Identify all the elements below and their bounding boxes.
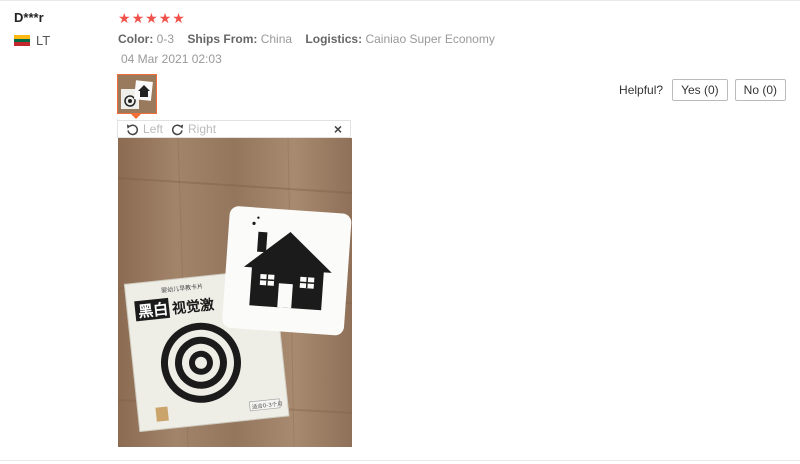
- star-icon: ★: [131, 10, 145, 26]
- reviewer-name: D***r: [14, 10, 44, 25]
- image-viewer-toolbar: Left Right ×: [117, 120, 351, 138]
- rotate-left-icon: [126, 123, 139, 135]
- photo-thumbnail[interactable]: [117, 74, 157, 114]
- review-date: 04 Mar 2021 02:03: [121, 52, 222, 66]
- reviewer-country: LT: [14, 33, 50, 48]
- review-photo: 婴幼儿早教卡片 黑白 视觉激 适合0-3个月: [118, 138, 352, 447]
- rotate-right-icon: [171, 123, 184, 135]
- close-viewer-icon[interactable]: ×: [334, 122, 342, 136]
- logistics-label: Logistics:: [305, 32, 363, 46]
- star-icon: ★: [158, 10, 172, 26]
- lithuania-flag-icon: [14, 35, 30, 47]
- country-code: LT: [36, 33, 51, 48]
- book-title-boxed: 黑白: [137, 300, 169, 321]
- logistics-value: Cainiao Super Economy: [365, 32, 495, 46]
- helpful-no-button[interactable]: No (0): [734, 79, 786, 101]
- rotate-left-label: Left: [143, 122, 164, 136]
- ships-from-label: Ships From:: [187, 32, 258, 46]
- rotate-right-button[interactable]: Right: [171, 122, 216, 136]
- color-label: Color:: [118, 32, 154, 46]
- helpful-label: Helpful?: [619, 83, 664, 97]
- ships-from-value: China: [260, 32, 293, 46]
- helpful-vote: Helpful? Yes (0) No (0): [619, 79, 786, 101]
- thumbnail-pointer: [131, 114, 141, 119]
- color-value: 0-3: [156, 32, 175, 46]
- helpful-yes-button[interactable]: Yes (0): [672, 79, 728, 101]
- star-icon: ★: [145, 10, 158, 26]
- star-rating: ★ ★ ★ ★ ★: [118, 11, 185, 25]
- rotate-left-button[interactable]: Left: [126, 122, 163, 136]
- order-details: Color: 0-3 Ships From: China Logistics: …: [118, 32, 495, 46]
- star-icon: ★: [118, 10, 131, 26]
- rotate-right-label: Right: [188, 122, 217, 136]
- bottom-divider: [0, 460, 800, 461]
- star-icon: ★: [172, 10, 185, 26]
- top-divider: [0, 0, 800, 1]
